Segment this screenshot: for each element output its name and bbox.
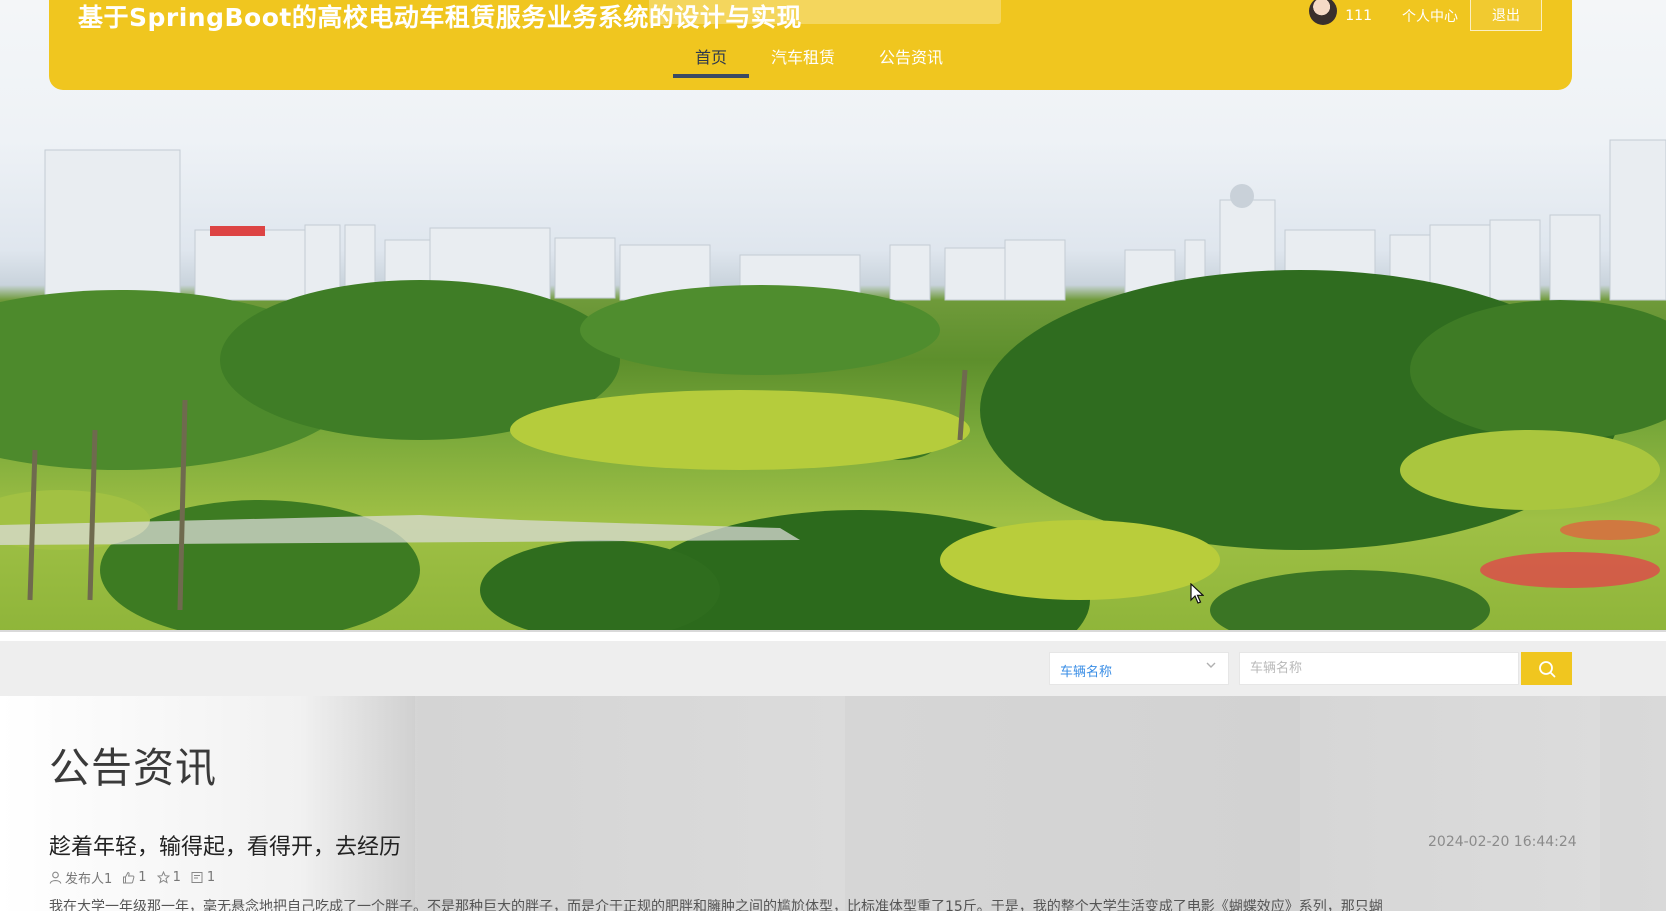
favorites-count: 1	[172, 870, 181, 885]
avatar[interactable]	[1309, 0, 1338, 25]
likes-meta: 1	[122, 870, 147, 885]
comments-meta: 1	[191, 870, 215, 885]
search-button[interactable]	[1521, 652, 1572, 685]
background-panel	[1300, 696, 1600, 911]
search-input[interactable]	[1239, 652, 1519, 685]
news-section: 公告资讯 趁着年轻，输得起，看得开，去经历 2024-02-20 16:44:2…	[0, 696, 1666, 911]
star-icon	[156, 871, 170, 884]
hero-banner	[0, 0, 1666, 632]
article-excerpt: 我在大学一年级那一年，毫无悬念地把自己吃成了一个胖子。不是那种巨大的胖子，而是介…	[49, 899, 1383, 911]
username: 111	[1345, 8, 1372, 24]
user-center-link[interactable]: 个人中心	[1402, 6, 1458, 26]
article-date: 2024-02-20 16:44:24	[1428, 834, 1577, 850]
nav-car-rental[interactable]: 汽车租赁	[749, 36, 857, 78]
search-field-select[interactable]: 车辆名称	[1049, 652, 1229, 685]
top-header: 基于SpringBoot的高校电动车租赁服务业务系统的设计与实现 首页 汽车租赁…	[49, 0, 1572, 90]
hero-divider	[0, 630, 1666, 632]
logout-button[interactable]: 退出	[1470, 0, 1542, 31]
comment-icon	[191, 872, 203, 883]
user-area: 111 个人中心 退出	[1309, 0, 1542, 32]
search-icon	[1538, 660, 1555, 677]
nav-announcements[interactable]: 公告资讯	[857, 36, 965, 78]
user-icon	[49, 871, 62, 884]
thumbs-up-icon	[123, 871, 135, 884]
comments-count: 1	[206, 870, 216, 885]
favorites-meta: 1	[156, 870, 181, 885]
article-title[interactable]: 趁着年轻，输得起，看得开，去经历	[49, 829, 401, 861]
mouse-cursor-icon	[1190, 583, 1204, 604]
main-nav: 首页 汽车租赁 公告资讯	[673, 36, 965, 78]
author-name: 发布人1	[65, 872, 113, 887]
article-meta: 发布人1 1 1 1	[49, 868, 225, 887]
author-meta: 发布人1	[49, 868, 112, 887]
section-heading: 公告资讯	[49, 744, 217, 792]
site-title: 基于SpringBoot的高校电动车租赁服务业务系统的设计与实现	[78, 3, 802, 32]
chevron-down-icon	[1206, 662, 1216, 668]
city-park-scene	[0, 139, 1666, 632]
likes-count: 1	[138, 870, 147, 885]
search-field-value: 车辆名称	[1060, 665, 1113, 680]
nav-home[interactable]: 首页	[673, 36, 750, 78]
search-bar: 车辆名称	[0, 641, 1666, 696]
background-panel	[415, 696, 845, 911]
